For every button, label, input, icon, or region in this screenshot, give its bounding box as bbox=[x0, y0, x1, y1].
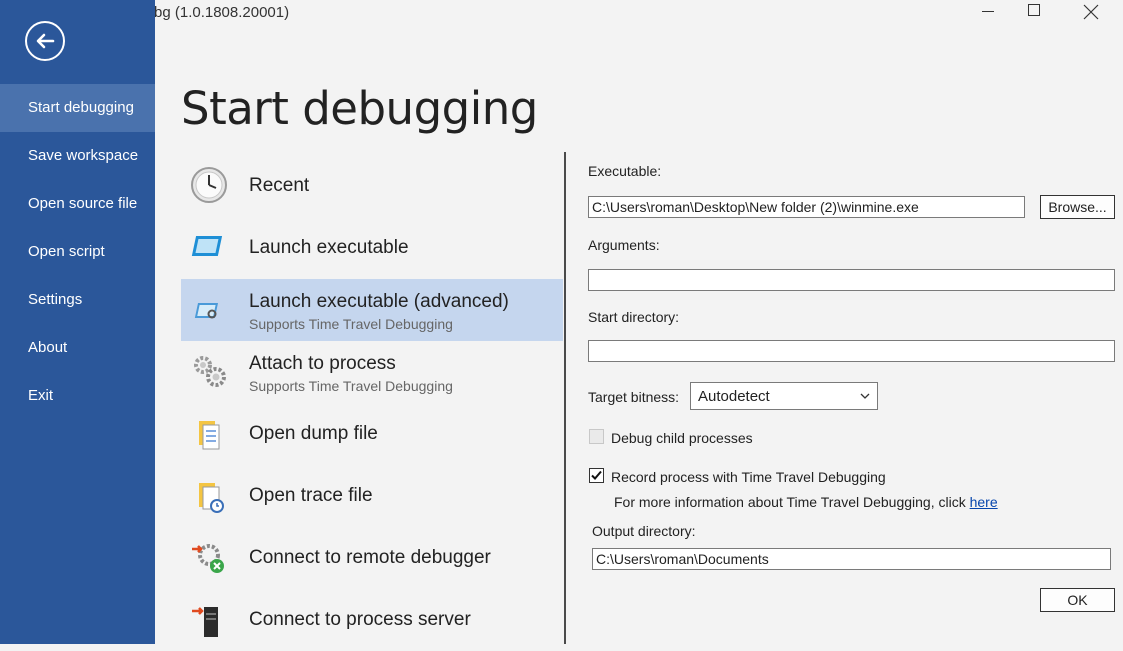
sidebar-item-open-script[interactable]: Open script bbox=[0, 228, 155, 276]
record-ttd-checkbox[interactable] bbox=[589, 468, 604, 483]
record-ttd-label: Record process with Time Travel Debuggin… bbox=[611, 469, 886, 485]
option-connect-remote-debugger[interactable]: Connect to remote debugger bbox=[181, 527, 563, 589]
maximize-icon bbox=[1028, 4, 1040, 16]
trace-file-icon bbox=[199, 483, 224, 513]
sidebar-item-open-source-file[interactable]: Open source file bbox=[0, 180, 155, 228]
sidebar-item-start-debugging[interactable]: Start debugging bbox=[0, 84, 155, 132]
arrow-left-icon bbox=[36, 33, 55, 49]
process-server-icon bbox=[192, 607, 218, 637]
arguments-input[interactable] bbox=[588, 269, 1115, 291]
window-app-icon bbox=[191, 236, 223, 256]
page-title: Start debugging bbox=[181, 82, 538, 135]
option-open-trace-file[interactable]: Open trace file bbox=[181, 465, 563, 527]
option-sublabel: Supports Time Travel Debugging bbox=[249, 316, 453, 332]
chevron-down-icon bbox=[860, 393, 870, 399]
back-button[interactable] bbox=[25, 21, 65, 61]
browse-button[interactable]: Browse... bbox=[1040, 195, 1115, 219]
start-directory-label: Start directory: bbox=[588, 309, 680, 325]
option-label: Connect to process server bbox=[249, 609, 471, 630]
sidebar-item-settings[interactable]: Settings bbox=[0, 276, 155, 324]
option-sublabel: Supports Time Travel Debugging bbox=[249, 378, 453, 394]
title-bar: bg (1.0.1808.20001) bbox=[154, 0, 1123, 30]
executable-input[interactable] bbox=[588, 196, 1025, 218]
target-bitness-select[interactable]: Autodetect bbox=[690, 382, 878, 410]
start-directory-input[interactable] bbox=[588, 340, 1115, 362]
output-directory-input[interactable] bbox=[592, 548, 1111, 570]
window-gear-icon bbox=[194, 303, 219, 319]
sidebar-item-save-workspace[interactable]: Save workspace bbox=[0, 132, 155, 180]
target-bitness-label: Target bitness: bbox=[588, 389, 680, 405]
option-label: Open dump file bbox=[249, 423, 378, 444]
executable-label: Executable: bbox=[588, 163, 662, 179]
window-title: bg (1.0.1808.20001) bbox=[154, 4, 290, 21]
option-label: Open trace file bbox=[249, 485, 373, 506]
ok-button[interactable]: OK bbox=[1040, 588, 1115, 612]
option-launch-executable-advanced[interactable]: Launch executable (advanced) Supports Ti… bbox=[181, 279, 563, 341]
ttd-info-text: For more information about Time Travel D… bbox=[614, 494, 970, 510]
clock-icon bbox=[191, 167, 227, 203]
option-launch-executable[interactable]: Launch executable bbox=[181, 217, 563, 279]
dump-file-icon bbox=[199, 421, 220, 450]
option-label: Launch executable (advanced) bbox=[249, 291, 509, 312]
checkmark-icon bbox=[591, 470, 602, 480]
sidebar-item-about[interactable]: About bbox=[0, 324, 155, 372]
debug-child-processes-label: Debug child processes bbox=[611, 430, 753, 446]
option-open-dump-file[interactable]: Open dump file bbox=[181, 403, 563, 465]
sidebar: Start debugging Save workspace Open sour… bbox=[0, 0, 155, 644]
option-recent[interactable]: Recent bbox=[181, 155, 563, 217]
panel-divider bbox=[564, 152, 566, 644]
maximize-button[interactable] bbox=[1011, 0, 1057, 24]
ttd-info-line: For more information about Time Travel D… bbox=[614, 494, 998, 510]
sidebar-item-exit[interactable]: Exit bbox=[0, 372, 155, 420]
output-directory-label: Output directory: bbox=[592, 523, 696, 539]
gears-icon bbox=[194, 356, 226, 387]
ttd-info-link[interactable]: here bbox=[970, 494, 998, 510]
option-attach-to-process[interactable]: Attach to process Supports Time Travel D… bbox=[181, 341, 563, 403]
minimize-icon bbox=[982, 11, 994, 12]
arguments-label: Arguments: bbox=[588, 237, 660, 253]
close-icon bbox=[1083, 4, 1099, 20]
close-button[interactable] bbox=[1067, 0, 1113, 24]
option-label: Connect to remote debugger bbox=[249, 547, 491, 568]
option-label: Attach to process bbox=[249, 353, 396, 374]
minimize-button[interactable] bbox=[965, 0, 1011, 24]
option-connect-process-server[interactable]: Connect to process server bbox=[181, 589, 563, 651]
option-label: Launch executable bbox=[249, 237, 409, 258]
sidebar-nav: Start debugging Save workspace Open sour… bbox=[0, 84, 155, 420]
option-label: Recent bbox=[249, 175, 310, 196]
remote-debugger-icon bbox=[192, 544, 224, 573]
debug-child-processes-checkbox[interactable] bbox=[589, 429, 604, 444]
target-bitness-value: Autodetect bbox=[698, 388, 770, 405]
debug-options-list: Recent Launch executable Launch executab… bbox=[181, 155, 563, 651]
